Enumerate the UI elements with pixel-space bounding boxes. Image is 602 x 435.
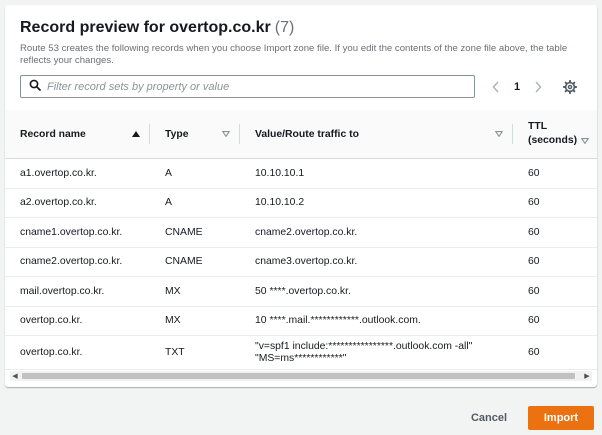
column-label: TTL (seconds) [528,121,578,146]
cell-type: CNAME [150,247,240,277]
pagination: 1 [485,75,549,98]
sort-ascending-icon [132,131,140,137]
cell-value: "v=spf1 include:****************.outlook… [240,335,513,370]
cell-type: A [150,158,240,189]
cell-value: cname3.overtop.co.kr. [240,247,513,277]
chevron-left-icon [492,80,499,93]
cell-type: A [150,188,240,218]
search-icon [29,78,41,96]
table-row: overtop.co.kr. MX 10 ****.mail.*********… [5,306,597,336]
cell-record-name: a1.overtop.co.kr. [5,158,150,189]
column-header-ttl[interactable]: TTL (seconds) [513,110,597,159]
cell-ttl: 60 [513,247,597,277]
table-row: cname2.overtop.co.kr. CNAME cname3.overt… [5,247,597,277]
sort-unsorted-icon [495,131,503,137]
cell-ttl: 60 [513,158,597,189]
cell-value-line: "MS=ms************" [255,352,347,364]
record-preview-panel: Record preview for overtop.co.kr (7) Rout… [5,5,597,387]
current-page-number[interactable]: 1 [507,81,527,93]
table-settings-button[interactable] [561,78,579,96]
cell-type: MX [150,306,240,336]
cell-value: 50 ****.overtop.co.kr. [240,276,513,307]
column-header-record-name[interactable]: Record name [5,110,150,159]
filter-search-box[interactable] [20,75,475,98]
cell-ttl: 60 [513,276,597,307]
records-table-container: Record name Type Value/Route traffic to … [5,110,597,387]
column-label: Value/Route traffic to [255,128,359,140]
cell-value: 10.10.10.1 [240,158,513,189]
scroll-left-arrow-icon[interactable]: ◀ [10,371,20,381]
cell-record-name: overtop.co.kr. [5,335,150,370]
record-count: (7) [274,19,295,36]
column-header-value[interactable]: Value/Route traffic to [240,110,513,159]
cell-record-name: mail.overtop.co.kr. [5,276,150,307]
cell-ttl: 60 [513,335,597,370]
panel-title: Record preview for overtop.co.kr (7) [20,19,294,37]
table-row: mail.overtop.co.kr. MX 50 ****.overtop.c… [5,276,597,307]
gear-icon [563,80,577,94]
column-header-type[interactable]: Type [150,110,240,159]
cell-record-name: cname1.overtop.co.kr. [5,217,150,248]
horizontal-scrollbar[interactable]: ◀ ▶ [10,371,592,381]
table-row: cname1.overtop.co.kr. CNAME cname2.overt… [5,217,597,248]
cell-ttl: 60 [513,306,597,336]
cell-type: MX [150,276,240,307]
table-row: overtop.co.kr. TXT "v=spf1 include:*****… [5,335,597,370]
import-button[interactable]: Import [528,406,594,430]
sort-unsorted-icon [581,138,589,144]
cell-record-name: overtop.co.kr. [5,306,150,336]
column-label: Record name [20,128,86,140]
cell-type: TXT [150,335,240,370]
records-table: Record name Type Value/Route traffic to … [5,110,597,370]
cell-record-name: a2.overtop.co.kr. [5,188,150,218]
table-row: a1.overtop.co.kr. A 10.10.10.1 60 [5,158,597,189]
scroll-right-arrow-icon[interactable]: ▶ [582,371,592,381]
chevron-right-icon [535,80,542,93]
sort-unsorted-icon [222,131,230,137]
column-label: Type [165,128,189,140]
table-row: a2.overtop.co.kr. A 10.10.10.2 60 [5,188,597,218]
filter-search-input[interactable] [47,77,474,96]
cell-type: CNAME [150,217,240,248]
panel-description: Route 53 creates the following records w… [20,43,568,66]
cell-value: 10.10.10.2 [240,188,513,218]
table-header-row: Record name Type Value/Route traffic to … [5,110,597,159]
previous-page-button[interactable] [485,75,507,98]
scrollbar-track[interactable] [20,371,582,381]
next-page-button[interactable] [527,75,549,98]
cell-ttl: 60 [513,217,597,248]
cell-value: cname2.overtop.co.kr. [240,217,513,248]
scrollbar-thumb[interactable] [22,373,575,379]
cell-record-name: cname2.overtop.co.kr. [5,247,150,277]
cell-value-line: "v=spf1 include:****************.outlook… [255,340,473,352]
cancel-button[interactable]: Cancel [463,408,515,428]
cell-ttl: 60 [513,188,597,218]
cell-value: 10 ****.mail.************.outlook.com. [240,306,513,336]
panel-title-text: Record preview for overtop.co.kr [20,19,271,36]
